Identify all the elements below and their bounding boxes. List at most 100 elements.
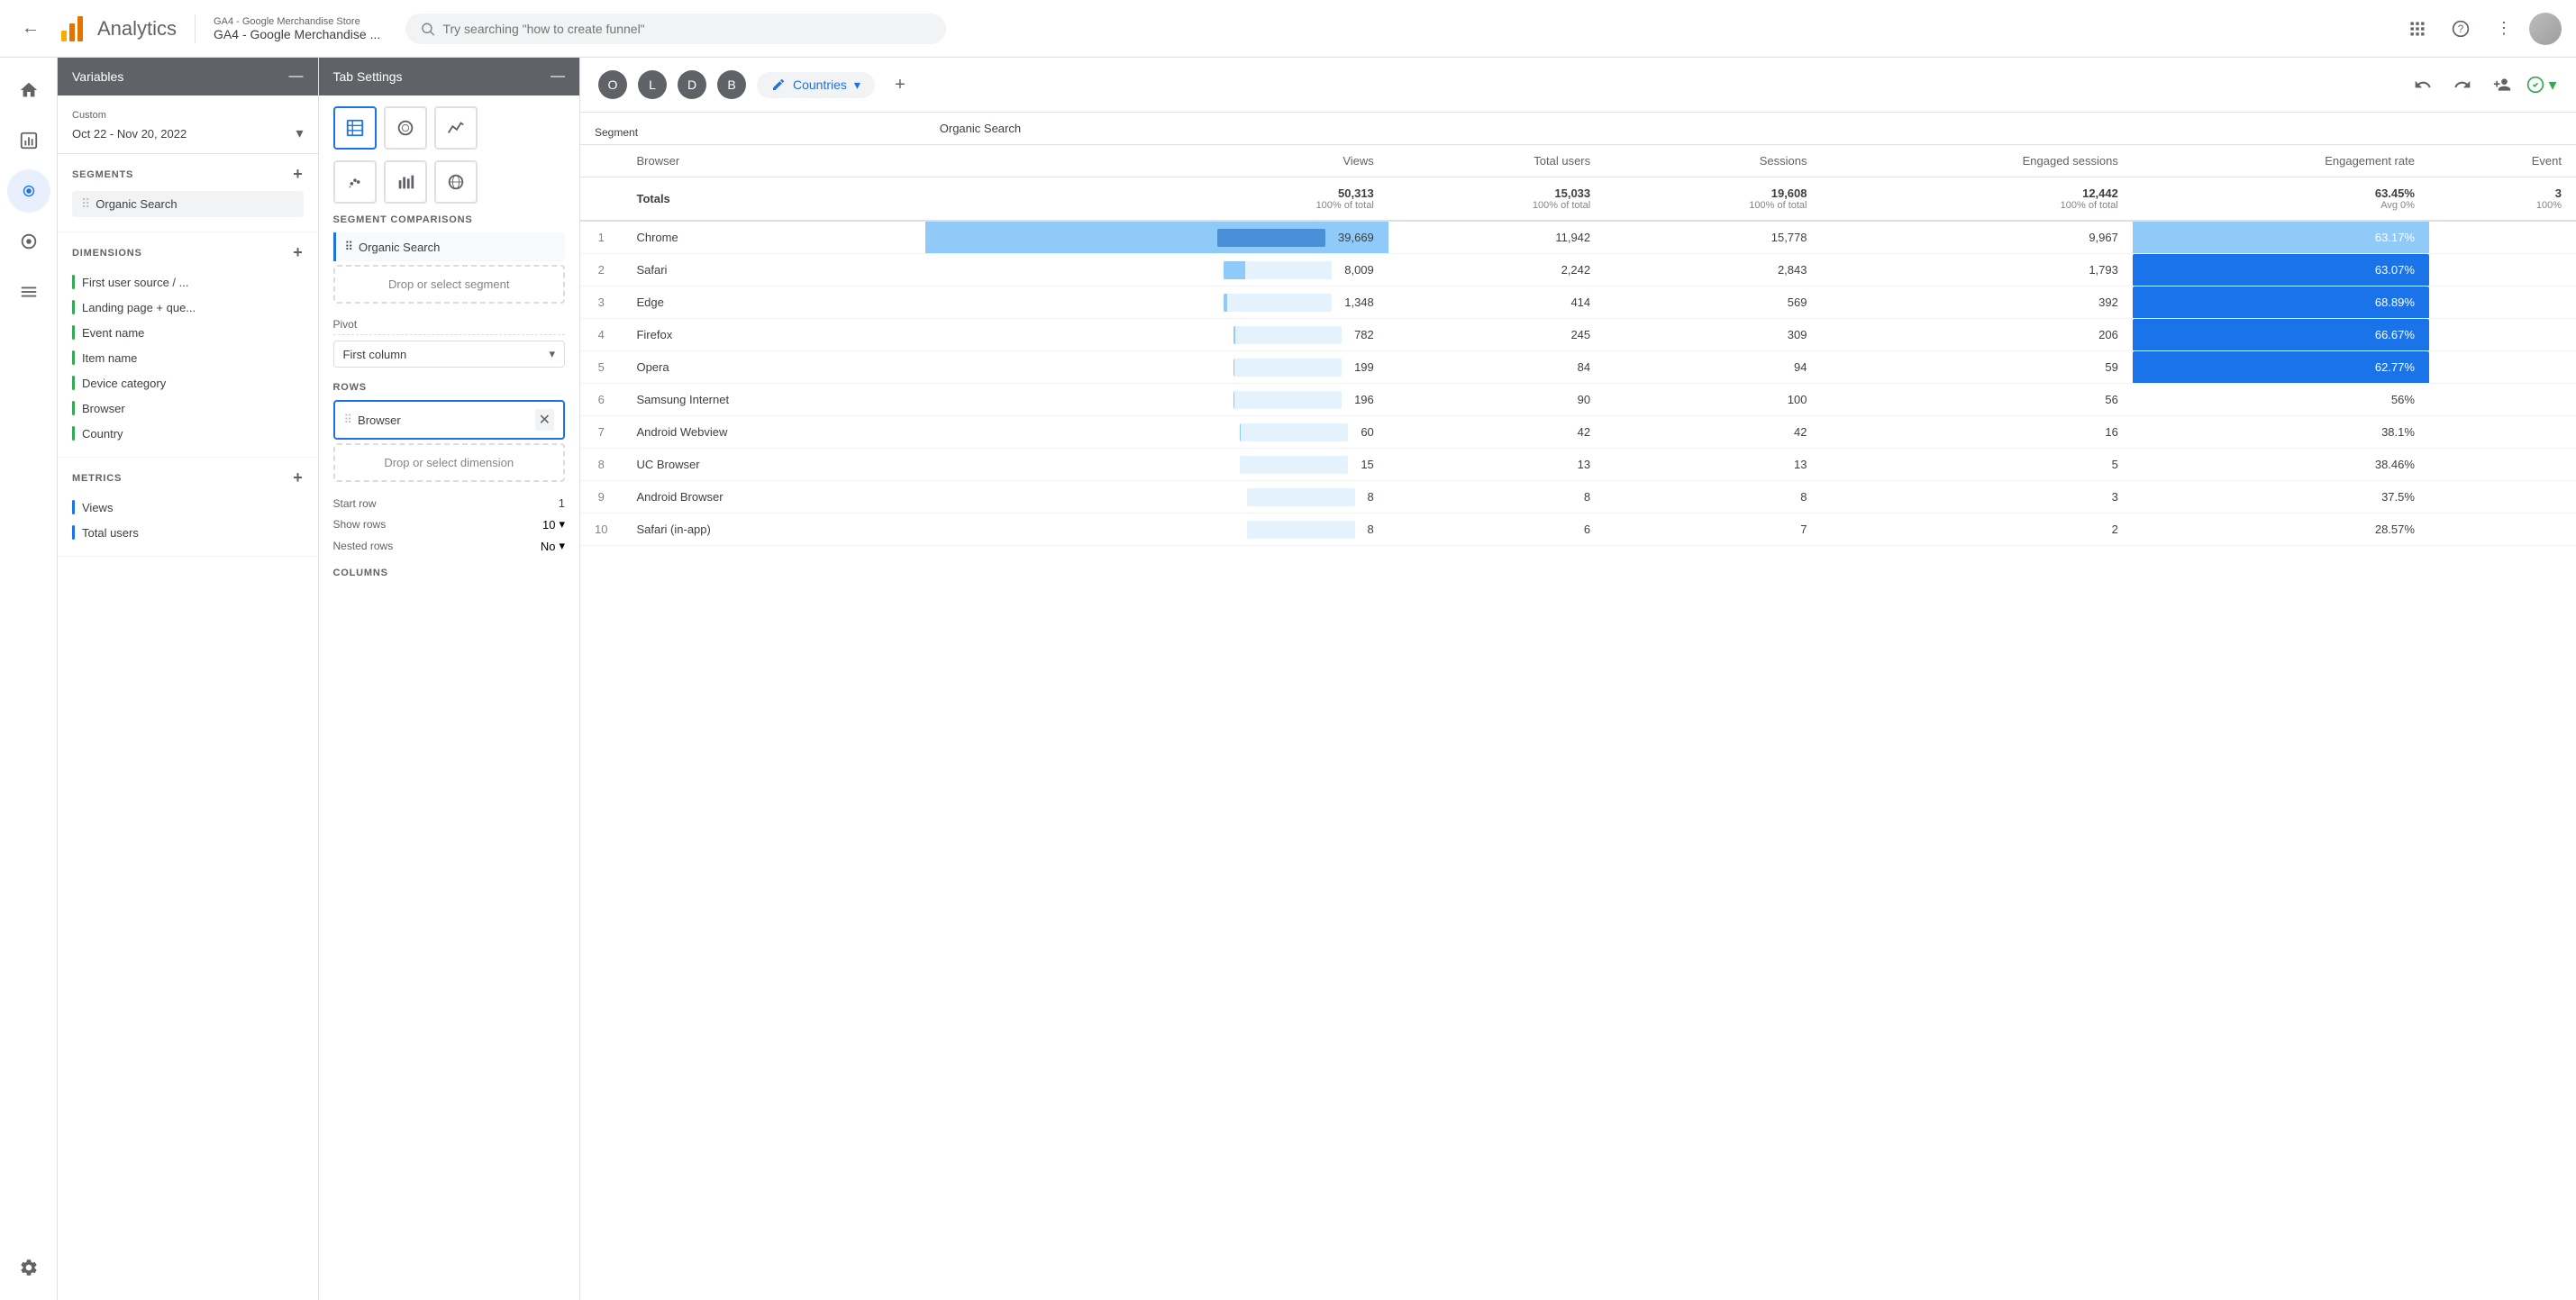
topbar: ← Analytics GA4 - Google Merchandise Sto… xyxy=(0,0,2576,58)
row-views: 8,009 xyxy=(925,254,1388,286)
help-button[interactable]: ? xyxy=(2443,11,2479,47)
badge-D[interactable]: D xyxy=(678,70,706,99)
scatter-chart-icon xyxy=(345,172,365,192)
row-views: 8 xyxy=(925,514,1388,546)
badge-O[interactable]: O xyxy=(598,70,627,99)
nav-advertising[interactable] xyxy=(7,220,50,263)
nested-rows-label: Nested rows xyxy=(333,540,394,552)
add-tab-button[interactable]: + xyxy=(886,70,915,99)
metric-total-users[interactable]: Total users xyxy=(72,520,304,545)
tab-settings-panel: Tab Settings — xyxy=(319,58,580,1300)
dim-item-name[interactable]: Item name xyxy=(72,345,304,370)
row-total-users: 13 xyxy=(1388,449,1605,481)
drop-segment-zone[interactable]: Drop or select segment xyxy=(333,265,566,304)
analytics-logo-icon xyxy=(58,13,90,45)
show-rows-label: Show rows xyxy=(333,518,387,531)
chart-type-bar[interactable] xyxy=(384,160,427,204)
bar-chart-icon xyxy=(396,172,415,192)
row-event xyxy=(2429,254,2576,286)
row-sessions: 309 xyxy=(1605,319,1821,351)
row-total-users: 2,242 xyxy=(1388,254,1605,286)
show-rows-select[interactable]: 10 ▾ xyxy=(542,517,565,532)
chart-type-scatter[interactable] xyxy=(333,160,377,204)
search-input[interactable] xyxy=(442,22,932,36)
date-selector[interactable]: Oct 22 - Nov 20, 2022 ▾ xyxy=(72,124,304,142)
nav-explore[interactable] xyxy=(7,169,50,213)
row-total-users: 84 xyxy=(1388,351,1605,384)
dim-browser[interactable]: Browser xyxy=(72,395,304,421)
start-row-value[interactable]: 1 xyxy=(559,496,565,510)
back-button[interactable]: ← xyxy=(14,11,47,46)
line-chart-icon xyxy=(446,118,466,138)
save-button[interactable]: ▾ xyxy=(2526,68,2558,101)
save-dropdown[interactable]: ▾ xyxy=(2548,76,2556,95)
metric-views[interactable]: Views xyxy=(72,495,304,520)
row-sessions: 13 xyxy=(1605,449,1821,481)
pivot-select[interactable]: First column ▾ xyxy=(333,341,566,368)
dim-event-name[interactable]: Event name xyxy=(72,320,304,345)
dim-dot xyxy=(72,376,75,390)
variables-title: Variables xyxy=(72,69,123,84)
add-user-button[interactable] xyxy=(2486,68,2518,101)
dim-device-category[interactable]: Device category xyxy=(72,370,304,395)
help-icon: ? xyxy=(2452,20,2470,38)
pivot-value: First column xyxy=(343,348,407,361)
dim-country[interactable]: Country xyxy=(72,421,304,446)
add-dimension-button[interactable]: + xyxy=(293,243,303,262)
search-bar[interactable] xyxy=(405,14,946,44)
tab-settings-minimize[interactable]: — xyxy=(551,68,565,85)
metrics-section-title: METRICS + xyxy=(72,468,304,487)
tab-name: Countries xyxy=(793,77,847,92)
grid-button[interactable] xyxy=(2399,11,2435,47)
row-chip-browser[interactable]: ⠿ Browser ✕ xyxy=(333,400,566,440)
nested-rows-value: No xyxy=(541,540,556,553)
segment-chip-organic[interactable]: ⠿ Organic Search xyxy=(72,191,304,217)
chart-type-geo[interactable] xyxy=(434,160,478,204)
remove-row-button[interactable]: ✕ xyxy=(535,409,554,431)
segment-comp-name: Organic Search xyxy=(359,241,440,254)
more-options-button[interactable]: ⋮ xyxy=(2486,11,2522,47)
nav-configure[interactable] xyxy=(7,270,50,314)
segment-comp-organic[interactable]: ⠿ Organic Search xyxy=(333,232,566,261)
badge-L[interactable]: L xyxy=(638,70,667,99)
date-arrow-icon: ▾ xyxy=(296,124,303,142)
row-browser: Edge xyxy=(622,286,924,319)
add-segment-button[interactable]: + xyxy=(293,165,303,184)
undo-button[interactable] xyxy=(2407,68,2439,101)
redo-button[interactable] xyxy=(2446,68,2479,101)
app-logo: Analytics xyxy=(58,13,177,45)
row-rank: 6 xyxy=(580,384,622,416)
chart-type-table[interactable] xyxy=(333,106,377,150)
row-engaged-sessions: 206 xyxy=(1822,319,2133,351)
drop-dimension-zone[interactable]: Drop or select dimension xyxy=(333,443,566,482)
engaged-sessions-col-header: Engaged sessions xyxy=(1822,145,2133,177)
columns-label: COLUMNS xyxy=(333,568,566,578)
dim-landing-page[interactable]: Landing page + que... xyxy=(72,295,304,320)
metrics-label: METRICS xyxy=(72,473,122,484)
add-metric-button[interactable]: + xyxy=(293,468,303,487)
variables-panel-body: Custom Oct 22 - Nov 20, 2022 ▾ SEGMENTS … xyxy=(58,95,318,1300)
user-avatar[interactable] xyxy=(2529,13,2562,45)
dim-name: First user source / ... xyxy=(82,276,188,289)
table-chart-icon xyxy=(345,118,365,138)
pivot-section: Pivot First column ▾ xyxy=(333,318,566,368)
dim-dot xyxy=(72,325,75,340)
tab-countries[interactable]: Countries ▾ xyxy=(757,72,875,98)
nav-settings[interactable] xyxy=(7,1246,50,1289)
rows-label: ROWS xyxy=(333,382,566,393)
total-users-col-header: Total users xyxy=(1388,145,1605,177)
show-rows-arrow: ▾ xyxy=(559,517,565,532)
home-icon xyxy=(19,80,39,100)
variables-panel-header: Variables — xyxy=(58,58,318,95)
nav-home[interactable] xyxy=(7,68,50,112)
badge-B[interactable]: B xyxy=(717,70,746,99)
chart-type-donut[interactable] xyxy=(384,106,427,150)
row-sessions: 7 xyxy=(1605,514,1821,546)
nav-reports[interactable] xyxy=(7,119,50,162)
row-event xyxy=(2429,449,2576,481)
variables-minimize[interactable]: — xyxy=(289,68,304,85)
dim-first-user-source[interactable]: First user source / ... xyxy=(72,269,304,295)
chart-type-line[interactable] xyxy=(434,106,478,150)
nested-rows-select[interactable]: No ▾ xyxy=(541,539,565,553)
totals-row: Totals 50,313 100% of total 15,033 100% … xyxy=(580,177,2576,222)
